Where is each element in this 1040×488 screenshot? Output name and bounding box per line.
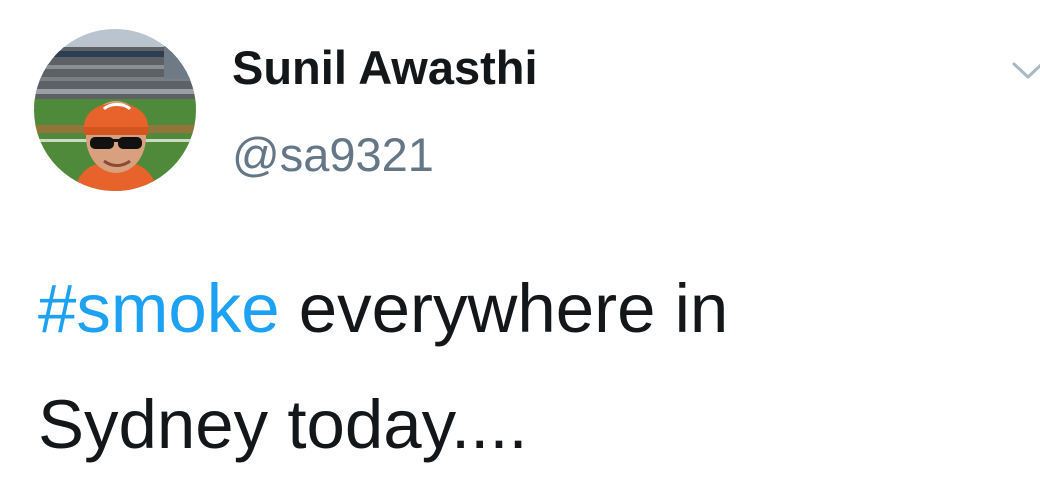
tweet-text: #smoke everywhere in Sydney today....	[38, 251, 1028, 483]
author-handle[interactable]: @sa9321	[232, 131, 434, 178]
chevron-down-icon[interactable]	[1010, 58, 1040, 82]
hashtag-link[interactable]: #smoke	[38, 270, 280, 347]
avatar[interactable]	[34, 29, 196, 191]
author-display-name[interactable]: Sunil Awasthi	[232, 44, 538, 91]
tweet-text-line1: everywhere in	[279, 270, 729, 347]
tweet-text-line2: Sydney today....	[38, 386, 528, 463]
tweet-card: Sunil Awasthi @sa9321 #smoke everywhere …	[0, 0, 1040, 488]
